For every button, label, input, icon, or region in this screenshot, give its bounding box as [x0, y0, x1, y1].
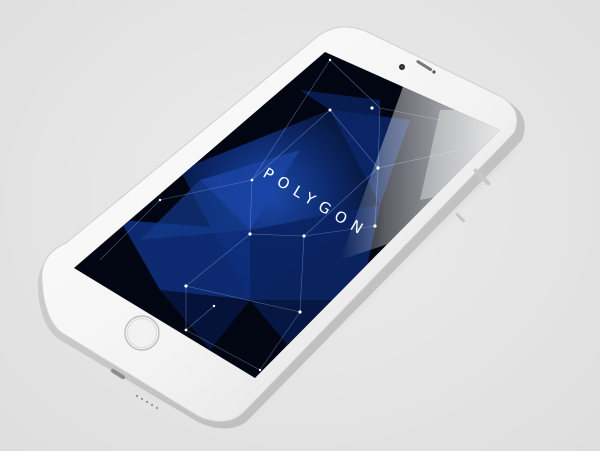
phone-mockup-scene: POLYGON [37, 26, 525, 429]
proximity-sensor [432, 70, 436, 74]
mockup-stage: POLYGON [0, 0, 600, 451]
home-button-icon[interactable] [124, 315, 160, 351]
side-switch[interactable] [455, 212, 466, 223]
speaker-grille-bottom [135, 394, 159, 410]
